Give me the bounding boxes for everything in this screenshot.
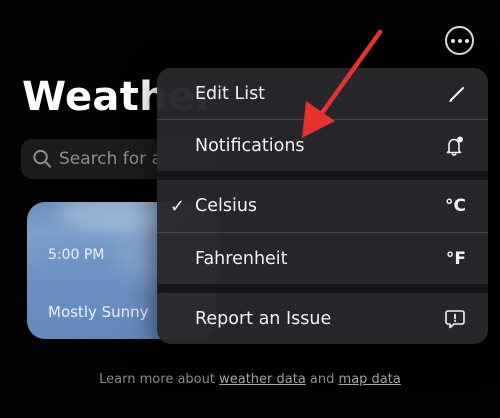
options-menu: Edit List Notifications ✓ Celsius °C Fah… <box>157 68 488 344</box>
menu-item-notifications[interactable]: Notifications <box>157 120 488 171</box>
menu-item-label: Fahrenheit <box>195 248 288 269</box>
checkmark-icon: ✓ <box>170 195 186 217</box>
footer-middle: and <box>305 372 339 387</box>
fahrenheit-unit: °F <box>445 248 466 269</box>
celsius-unit: °C <box>445 196 466 216</box>
weather-data-link[interactable]: weather data <box>219 372 306 387</box>
pencil-icon <box>449 86 464 102</box>
card-condition: Mostly Sunny <box>48 303 149 321</box>
ellipsis-icon-dot <box>457 38 462 43</box>
exclamation-bubble-icon <box>445 309 465 328</box>
menu-item-label: Edit List <box>195 83 266 104</box>
ellipsis-icon <box>450 38 455 43</box>
menu-item-label: Report an Issue <box>195 308 332 329</box>
footer-text: Learn more about weather data and map da… <box>0 372 500 387</box>
menu-item-label: Celsius <box>195 196 258 216</box>
bell-badge-icon <box>446 136 463 156</box>
menu-group-gap <box>157 284 488 293</box>
menu-item-fahrenheit[interactable]: Fahrenheit °F <box>157 233 488 284</box>
map-data-link[interactable]: map data <box>339 372 401 387</box>
menu-item-edit-list[interactable]: Edit List <box>157 68 488 119</box>
menu-item-label: Notifications <box>195 135 305 156</box>
menu-item-report-issue[interactable]: Report an Issue <box>157 293 488 344</box>
card-time: 5:00 PM <box>48 247 105 263</box>
ellipsis-icon-dot <box>464 38 469 43</box>
more-options-button[interactable] <box>445 26 474 55</box>
search-icon <box>33 149 52 168</box>
footer-prefix: Learn more about <box>99 372 220 387</box>
menu-group-gap <box>157 171 488 180</box>
menu-item-celsius[interactable]: ✓ Celsius °C <box>157 180 488 232</box>
